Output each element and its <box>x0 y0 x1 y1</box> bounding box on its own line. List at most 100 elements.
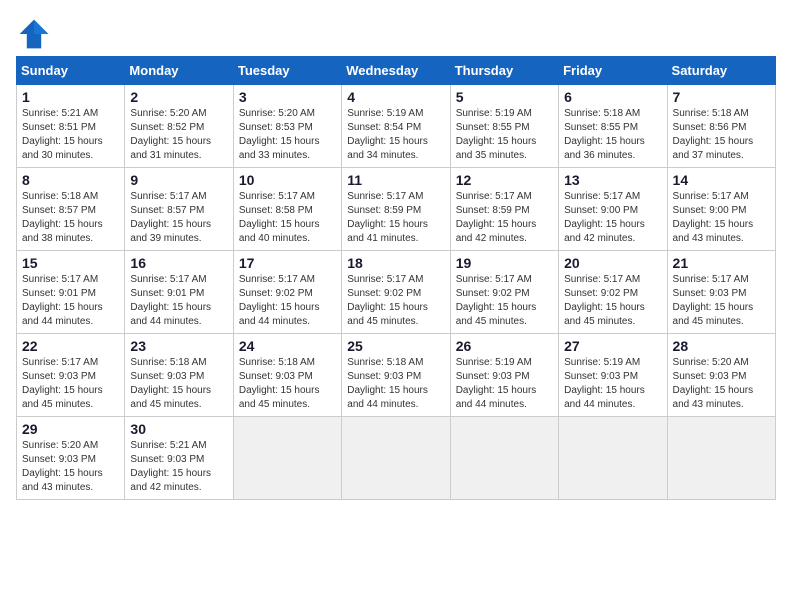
logo <box>16 16 56 52</box>
day-number: 6 <box>564 89 661 105</box>
day-number: 4 <box>347 89 444 105</box>
calendar-week-row: 15 Sunrise: 5:17 AM Sunset: 9:01 PM Dayli… <box>17 251 776 334</box>
day-info: Sunrise: 5:17 AM Sunset: 8:58 PM Dayligh… <box>239 190 336 246</box>
day-info: Sunrise: 5:17 AM Sunset: 8:59 PM Dayligh… <box>456 190 553 246</box>
calendar-cell <box>342 417 450 500</box>
calendar-cell: 6 Sunrise: 5:18 AM Sunset: 8:55 PM Daylig… <box>559 85 667 168</box>
calendar-cell: 14Sunrise: 5:17 AM Sunset: 9:00 PM Dayli… <box>667 168 775 251</box>
day-number: 16 <box>130 255 227 271</box>
day-info: Sunrise: 5:17 AM Sunset: 9:02 PM Dayligh… <box>564 273 661 329</box>
day-number: 8 <box>22 172 119 188</box>
day-number: 18 <box>347 255 444 271</box>
calendar-cell: 9 Sunrise: 5:17 AM Sunset: 8:57 PM Daylig… <box>125 168 233 251</box>
calendar-cell: 19 Sunrise: 5:17 AM Sunset: 9:02 PM Dayli… <box>450 251 558 334</box>
logo-icon <box>16 16 52 52</box>
day-number: 29 <box>22 421 119 437</box>
calendar-cell <box>667 417 775 500</box>
day-number: 22 <box>22 338 119 354</box>
calendar-cell <box>233 417 341 500</box>
calendar-week-row: 29Sunrise: 5:20 AM Sunset: 9:03 PM Dayli… <box>17 417 776 500</box>
day-info: Sunrise: 5:17 AM Sunset: 8:57 PM Dayligh… <box>130 190 227 246</box>
calendar-cell: 15 Sunrise: 5:17 AM Sunset: 9:01 PM Dayli… <box>17 251 125 334</box>
day-number: 11 <box>347 172 444 188</box>
day-number: 3 <box>239 89 336 105</box>
day-info: Sunrise: 5:17 AM Sunset: 9:01 PM Dayligh… <box>22 273 119 329</box>
calendar-week-row: 8Sunrise: 5:18 AM Sunset: 8:57 PM Daylig… <box>17 168 776 251</box>
day-info: Sunrise: 5:21 AM Sunset: 8:51 PM Dayligh… <box>22 107 119 163</box>
day-info: Sunrise: 5:20 AM Sunset: 8:52 PM Dayligh… <box>130 107 227 163</box>
calendar-cell: 17Sunrise: 5:17 AM Sunset: 9:02 PM Dayli… <box>233 251 341 334</box>
day-number: 14 <box>673 172 770 188</box>
calendar-cell: 18 Sunrise: 5:17 AM Sunset: 9:02 PM Dayli… <box>342 251 450 334</box>
day-number: 26 <box>456 338 553 354</box>
calendar-cell: 25 Sunrise: 5:18 AM Sunset: 9:03 PM Dayli… <box>342 334 450 417</box>
calendar-day-header: Monday <box>125 57 233 85</box>
day-number: 2 <box>130 89 227 105</box>
day-number: 28 <box>673 338 770 354</box>
calendar-cell: 5 Sunrise: 5:19 AM Sunset: 8:55 PM Daylig… <box>450 85 558 168</box>
day-number: 17 <box>239 255 336 271</box>
calendar-cell: 23 Sunrise: 5:18 AM Sunset: 9:03 PM Dayli… <box>125 334 233 417</box>
day-number: 5 <box>456 89 553 105</box>
day-number: 15 <box>22 255 119 271</box>
calendar-cell: 8Sunrise: 5:18 AM Sunset: 8:57 PM Daylig… <box>17 168 125 251</box>
day-number: 7 <box>673 89 770 105</box>
day-number: 20 <box>564 255 661 271</box>
day-number: 23 <box>130 338 227 354</box>
calendar-cell: 30 Sunrise: 5:21 AM Sunset: 9:03 PM Dayli… <box>125 417 233 500</box>
calendar-cell: 24 Sunrise: 5:18 AM Sunset: 9:03 PM Dayli… <box>233 334 341 417</box>
calendar-cell: 27Sunrise: 5:19 AM Sunset: 9:03 PM Dayli… <box>559 334 667 417</box>
calendar-day-header: Friday <box>559 57 667 85</box>
day-info: Sunrise: 5:20 AM Sunset: 9:03 PM Dayligh… <box>673 356 770 412</box>
calendar-cell <box>559 417 667 500</box>
calendar-header-row: SundayMondayTuesdayWednesdayThursdayFrid… <box>17 57 776 85</box>
calendar-cell: 3 Sunrise: 5:20 AM Sunset: 8:53 PM Daylig… <box>233 85 341 168</box>
calendar-cell: 26 Sunrise: 5:19 AM Sunset: 9:03 PM Dayli… <box>450 334 558 417</box>
day-info: Sunrise: 5:18 AM Sunset: 9:03 PM Dayligh… <box>239 356 336 412</box>
day-info: Sunrise: 5:19 AM Sunset: 9:03 PM Dayligh… <box>456 356 553 412</box>
day-info: Sunrise: 5:18 AM Sunset: 9:03 PM Dayligh… <box>347 356 444 412</box>
day-number: 19 <box>456 255 553 271</box>
day-info: Sunrise: 5:21 AM Sunset: 9:03 PM Dayligh… <box>130 439 227 495</box>
calendar-table: SundayMondayTuesdayWednesdayThursdayFrid… <box>16 56 776 500</box>
day-number: 24 <box>239 338 336 354</box>
calendar-cell: 11Sunrise: 5:17 AM Sunset: 8:59 PM Dayli… <box>342 168 450 251</box>
day-info: Sunrise: 5:18 AM Sunset: 8:56 PM Dayligh… <box>673 107 770 163</box>
calendar-cell: 10Sunrise: 5:17 AM Sunset: 8:58 PM Dayli… <box>233 168 341 251</box>
day-info: Sunrise: 5:18 AM Sunset: 8:55 PM Dayligh… <box>564 107 661 163</box>
day-info: Sunrise: 5:19 AM Sunset: 8:54 PM Dayligh… <box>347 107 444 163</box>
day-number: 9 <box>130 172 227 188</box>
calendar-cell: 20 Sunrise: 5:17 AM Sunset: 9:02 PM Dayli… <box>559 251 667 334</box>
calendar-body: 1Sunrise: 5:21 AM Sunset: 8:51 PM Daylig… <box>17 85 776 500</box>
day-info: Sunrise: 5:17 AM Sunset: 9:02 PM Dayligh… <box>347 273 444 329</box>
day-info: Sunrise: 5:17 AM Sunset: 9:02 PM Dayligh… <box>456 273 553 329</box>
day-info: Sunrise: 5:19 AM Sunset: 8:55 PM Dayligh… <box>456 107 553 163</box>
calendar-week-row: 22 Sunrise: 5:17 AM Sunset: 9:03 PM Dayli… <box>17 334 776 417</box>
calendar-cell: 1Sunrise: 5:21 AM Sunset: 8:51 PM Daylig… <box>17 85 125 168</box>
calendar-cell: 12Sunrise: 5:17 AM Sunset: 8:59 PM Dayli… <box>450 168 558 251</box>
calendar-cell: 21Sunrise: 5:17 AM Sunset: 9:03 PM Dayli… <box>667 251 775 334</box>
day-number: 25 <box>347 338 444 354</box>
header <box>16 16 776 52</box>
calendar-cell: 22 Sunrise: 5:17 AM Sunset: 9:03 PM Dayli… <box>17 334 125 417</box>
calendar-cell: 7 Sunrise: 5:18 AM Sunset: 8:56 PM Daylig… <box>667 85 775 168</box>
calendar-cell: 4 Sunrise: 5:19 AM Sunset: 8:54 PM Daylig… <box>342 85 450 168</box>
day-info: Sunrise: 5:18 AM Sunset: 9:03 PM Dayligh… <box>130 356 227 412</box>
calendar-day-header: Wednesday <box>342 57 450 85</box>
calendar-cell: 29Sunrise: 5:20 AM Sunset: 9:03 PM Dayli… <box>17 417 125 500</box>
calendar-day-header: Tuesday <box>233 57 341 85</box>
day-number: 13 <box>564 172 661 188</box>
calendar-cell: 16 Sunrise: 5:17 AM Sunset: 9:01 PM Dayli… <box>125 251 233 334</box>
day-number: 30 <box>130 421 227 437</box>
calendar-day-header: Thursday <box>450 57 558 85</box>
day-number: 21 <box>673 255 770 271</box>
day-info: Sunrise: 5:17 AM Sunset: 9:01 PM Dayligh… <box>130 273 227 329</box>
calendar-week-row: 1Sunrise: 5:21 AM Sunset: 8:51 PM Daylig… <box>17 85 776 168</box>
calendar-day-header: Sunday <box>17 57 125 85</box>
day-info: Sunrise: 5:17 AM Sunset: 9:03 PM Dayligh… <box>22 356 119 412</box>
day-info: Sunrise: 5:19 AM Sunset: 9:03 PM Dayligh… <box>564 356 661 412</box>
day-info: Sunrise: 5:17 AM Sunset: 9:00 PM Dayligh… <box>564 190 661 246</box>
calendar-cell: 28 Sunrise: 5:20 AM Sunset: 9:03 PM Dayli… <box>667 334 775 417</box>
calendar-cell <box>450 417 558 500</box>
day-info: Sunrise: 5:20 AM Sunset: 8:53 PM Dayligh… <box>239 107 336 163</box>
